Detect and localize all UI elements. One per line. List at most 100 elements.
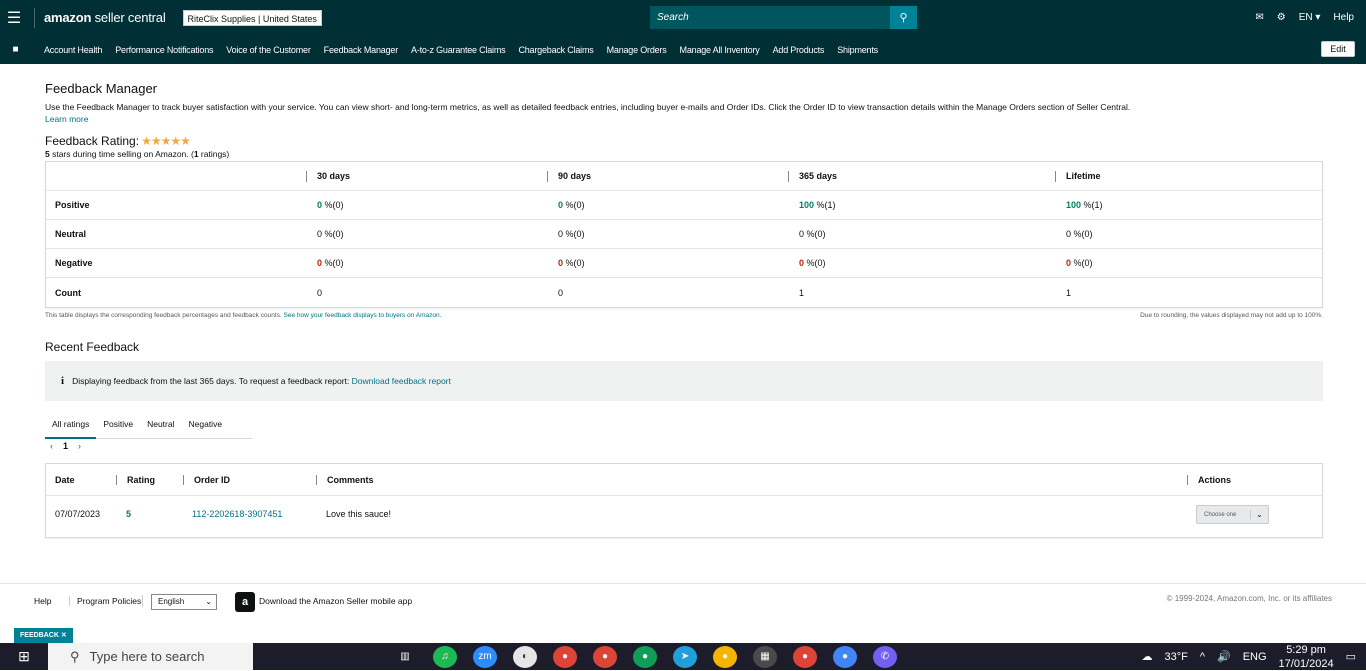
nav-atoz-claims[interactable]: A-to-z Guarantee Claims bbox=[411, 45, 506, 55]
metric-value: 0 bbox=[317, 258, 323, 268]
nav-add-products[interactable]: Add Products bbox=[773, 45, 825, 55]
metric-cell: 0 %(0) bbox=[1066, 258, 1093, 268]
top-bar: ☰ amazon seller central RiteClix Supplie… bbox=[0, 0, 1366, 35]
feedback-tab[interactable]: FEEDBACK ✕ bbox=[14, 628, 73, 643]
nav-manage-inventory[interactable]: Manage All Inventory bbox=[680, 45, 760, 55]
brand-text: amazon bbox=[44, 9, 92, 25]
nav-shipments[interactable]: Shipments bbox=[837, 45, 878, 55]
recent-feedback-title: Recent Feedback bbox=[45, 340, 140, 354]
edit-nav-button[interactable]: Edit bbox=[1321, 41, 1355, 57]
nav-account-health[interactable]: Account Health bbox=[44, 45, 102, 55]
actions-dropdown[interactable]: Choose one ⌄ bbox=[1196, 505, 1269, 524]
metric-value: 0 bbox=[799, 229, 805, 239]
app-icon[interactable]: ◐ bbox=[513, 645, 537, 668]
page-number[interactable]: 1 bbox=[63, 441, 68, 451]
table-header: Date Rating Order ID Comments Actions bbox=[46, 464, 1322, 496]
metric-count: %(0) bbox=[324, 258, 344, 268]
row-date: 07/07/2023 bbox=[55, 509, 101, 519]
program-policies-link[interactable]: Program Policies bbox=[69, 596, 141, 606]
tab-positive[interactable]: Positive bbox=[96, 410, 140, 439]
col-365-days: 365 days bbox=[788, 170, 837, 182]
tray-chevron-icon[interactable]: ^ bbox=[1200, 651, 1205, 663]
amazon-app-icon[interactable]: a bbox=[235, 592, 255, 612]
system-tray: ☁ 33°F ^ 🔊 ENG 5:29 pm 17/01/2024 ▭ bbox=[1141, 643, 1356, 670]
next-page-icon[interactable]: › bbox=[78, 441, 81, 451]
learn-more-link[interactable]: Learn more bbox=[45, 114, 88, 124]
search-button[interactable]: ⚲ bbox=[890, 6, 917, 29]
mail-icon[interactable]: ✉ bbox=[1255, 12, 1263, 23]
zoom-icon[interactable]: zm bbox=[473, 645, 497, 668]
chrome-icon[interactable]: ● bbox=[713, 645, 737, 668]
metric-value: 0 bbox=[317, 229, 323, 239]
taskbar-search[interactable]: ⚲ Type here to search bbox=[48, 643, 253, 670]
bookmark-icon[interactable]: ■ bbox=[0, 44, 31, 55]
pagination: ‹ 1 › bbox=[50, 441, 81, 451]
prev-page-icon[interactable]: ‹ bbox=[50, 441, 53, 451]
notification-icon[interactable]: ▭ bbox=[1346, 650, 1356, 663]
clock[interactable]: 5:29 pm 17/01/2024 bbox=[1279, 643, 1334, 671]
metric-cell: 0 %(0) bbox=[317, 229, 344, 239]
feedback-metrics-table: 30 days 90 days 365 days Lifetime Positi… bbox=[45, 161, 1323, 308]
weather-icon[interactable]: ☁ bbox=[1141, 650, 1152, 663]
metric-count: %(0) bbox=[324, 229, 344, 239]
header-actions: Actions bbox=[1187, 475, 1231, 485]
seller-central-logo[interactable]: amazon seller central bbox=[34, 7, 166, 28]
chrome-icon[interactable]: ● bbox=[633, 645, 657, 668]
rating-summary: 5 stars during time selling on Amazon. (… bbox=[45, 149, 229, 159]
metric-count: %(0) bbox=[1073, 229, 1093, 239]
metric-count: %(0) bbox=[806, 258, 826, 268]
nav-feedback-manager[interactable]: Feedback Manager bbox=[324, 45, 399, 55]
chevron-down-icon: ⌄ bbox=[205, 597, 212, 606]
task-view-icon[interactable]: ▥ bbox=[393, 646, 417, 668]
search-input[interactable]: Search bbox=[650, 6, 890, 29]
tab-negative[interactable]: Negative bbox=[182, 410, 230, 439]
calculator-icon[interactable]: ▦ bbox=[753, 645, 777, 668]
speaker-icon[interactable]: 🔊 bbox=[1217, 650, 1231, 663]
feedback-tab-label: FEEDBACK bbox=[20, 632, 59, 639]
mobile-app-link[interactable]: Download the Amazon Seller mobile app bbox=[259, 596, 412, 606]
metric-count: %(0) bbox=[565, 229, 585, 239]
language-selector[interactable]: EN ▾ bbox=[1299, 12, 1321, 23]
chrome-icon[interactable]: ● bbox=[593, 645, 617, 668]
order-id-link[interactable]: 112-2202618-3907451 bbox=[192, 509, 282, 519]
help-link[interactable]: Help bbox=[1333, 12, 1354, 23]
telegram-icon[interactable]: ➤ bbox=[673, 645, 697, 668]
store-selector[interactable]: RiteClix Supplies | United States bbox=[182, 9, 322, 26]
chrome-icon[interactable]: ● bbox=[553, 645, 577, 668]
rating-sub-text: stars during time selling on Amazon. ( bbox=[49, 149, 194, 159]
search-icon: ⚲ bbox=[899, 12, 908, 24]
gear-icon[interactable]: ⚙ bbox=[1277, 12, 1286, 23]
metric-cell: 100 %(1) bbox=[1066, 200, 1103, 210]
taskbar-search-text: Type here to search bbox=[89, 649, 205, 664]
hamburger-icon[interactable]: ☰ bbox=[0, 0, 28, 35]
nav-chargeback-claims[interactable]: Chargeback Claims bbox=[518, 45, 593, 55]
language-select[interactable]: English ⌄ bbox=[151, 594, 217, 610]
footer-help-link[interactable]: Help bbox=[34, 596, 51, 606]
actions-dropdown-label: Choose one bbox=[1204, 511, 1237, 518]
nav-voice-of-customer[interactable]: Voice of the Customer bbox=[226, 45, 311, 55]
tab-all-ratings[interactable]: All ratings bbox=[45, 410, 97, 439]
spotify-icon[interactable]: ♫ bbox=[433, 645, 457, 668]
metric-value: 100 bbox=[799, 200, 815, 210]
metric-count: %(0) bbox=[806, 229, 826, 239]
time: 5:29 pm bbox=[1286, 643, 1326, 656]
viber-icon[interactable]: ✆ bbox=[873, 645, 897, 668]
info-text: Displaying feedback from the last 365 da… bbox=[72, 376, 350, 386]
chrome-icon[interactable]: ● bbox=[793, 645, 817, 668]
nav-performance-notifications[interactable]: Performance Notifications bbox=[115, 45, 213, 55]
metric-count: %(0) bbox=[565, 200, 585, 210]
tab-neutral[interactable]: Neutral bbox=[140, 410, 181, 439]
row-rating: 5 bbox=[126, 509, 132, 519]
buyer-view-link[interactable]: See how your feedback displays to buyers… bbox=[284, 312, 442, 319]
language-select-value: English bbox=[158, 597, 185, 606]
download-report-link[interactable]: Download feedback report bbox=[352, 376, 451, 386]
input-language[interactable]: ENG bbox=[1243, 651, 1267, 663]
search-icon: ⚲ bbox=[70, 648, 80, 664]
rating-label: Feedback Rating: bbox=[45, 134, 140, 148]
chrome-icon[interactable]: ● bbox=[833, 645, 857, 668]
metric-value: 1 bbox=[1066, 287, 1072, 298]
windows-start-icon[interactable]: ⊞ bbox=[0, 648, 48, 665]
page-title: Feedback Manager bbox=[45, 81, 158, 96]
temperature: 33°F bbox=[1164, 650, 1188, 663]
nav-manage-orders[interactable]: Manage Orders bbox=[607, 45, 667, 55]
